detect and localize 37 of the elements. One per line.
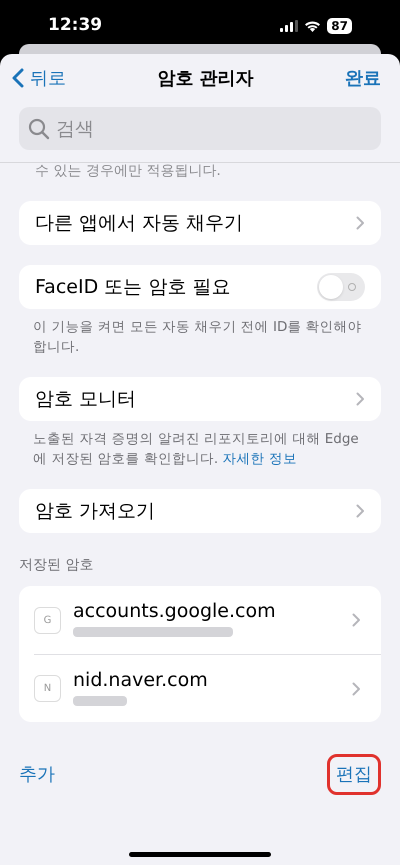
chevron-right-icon [356,504,365,518]
search-field[interactable]: 검색 [19,107,381,150]
chevron-right-icon [352,682,361,696]
chevron-right-icon [356,392,365,406]
edit-button[interactable]: 편집 [327,754,381,795]
settings-row[interactable]: 다른 앱에서 자동 채우기 [19,201,381,245]
more-info-link[interactable]: 자세한 정보 [222,451,297,467]
settings-row[interactable]: 암호 모니터 [19,377,381,421]
settings-row[interactable]: FaceID 또는 암호 필요 [19,265,381,309]
settings-row[interactable]: 암호 가져오기 [19,489,381,533]
done-button[interactable]: 완료 [345,64,388,92]
add-button[interactable]: 추가 [19,761,55,788]
chevron-right-icon [352,613,361,627]
setting-description: 노출된 자격 증명의 알려진 리포지토리에 대해 Edge에 저장된 암호를 확인합니다. 자세한 정보 [33,430,360,469]
site-name: accounts.google.com [73,599,277,623]
section-caption: 수 있는 경우에만 적용됩니다. [35,163,222,179]
toggle-switch[interactable] [317,273,365,301]
back-chevron-icon [12,68,24,88]
battery-indicator: 87 [327,18,352,34]
status-time: 12:39 [48,14,102,38]
wifi-icon [304,20,322,32]
site-letter-icon: G [34,606,61,634]
setting-label: FaceID 또는 암호 필요 [35,274,230,300]
setting-label: 암호 가져오기 [35,498,156,524]
search-icon [28,118,50,140]
site-name: nid.naver.com [73,668,209,692]
signal-icon [280,20,298,32]
chevron-right-icon [356,216,365,230]
setting-label: 암호 모니터 [35,386,136,412]
setting-label: 다른 앱에서 자동 채우기 [35,210,244,236]
setting-description: 이 기능을 켜면 모든 자동 채우기 전에 ID를 확인해야 합니다. [33,318,363,357]
password-row[interactable]: G accounts.google.com [34,586,381,654]
site-letter-icon: N [34,675,61,702]
back-button[interactable]: 뒤로 [12,64,66,92]
password-row[interactable]: N nid.naver.com [34,654,381,722]
page-title: 암호 관리자 [157,66,254,90]
section-header: 저장된 암호 [19,556,94,575]
